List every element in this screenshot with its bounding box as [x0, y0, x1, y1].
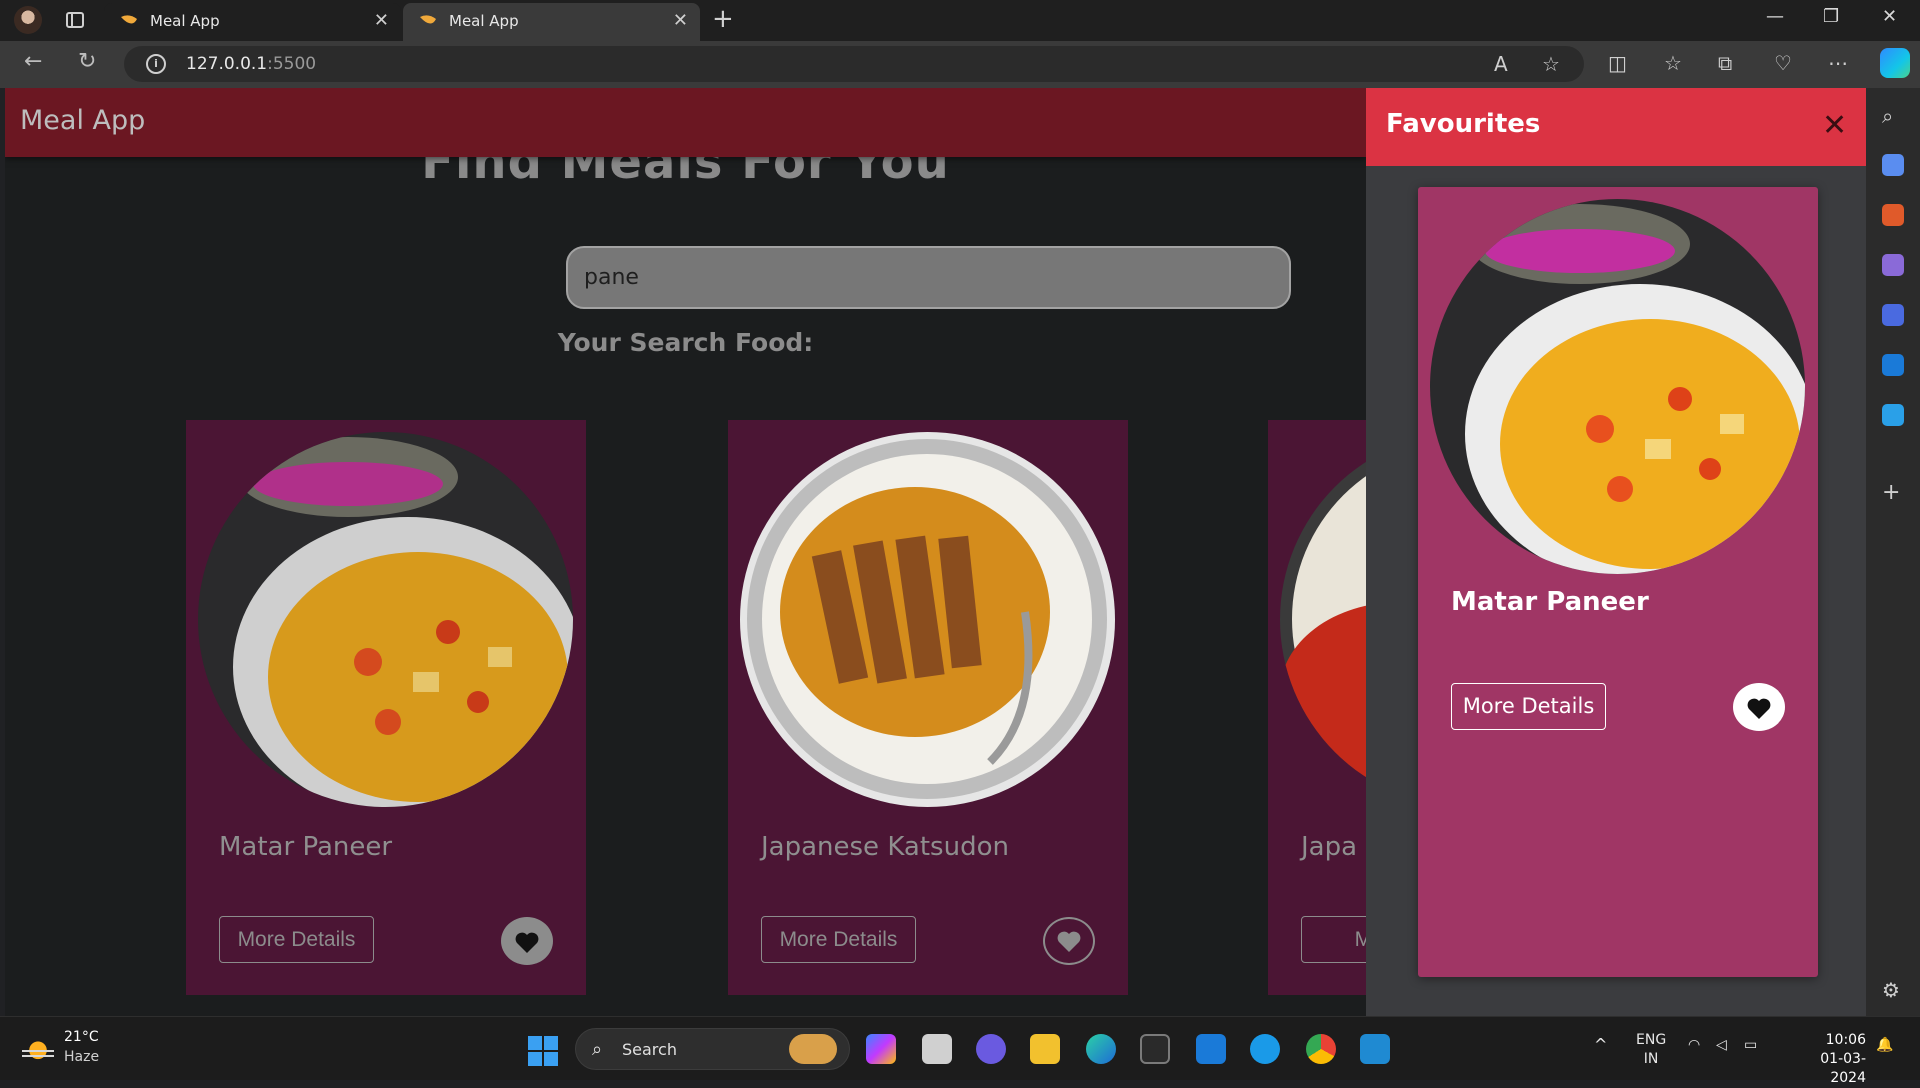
edge-icon[interactable]: [1086, 1034, 1116, 1064]
teams-icon[interactable]: [976, 1034, 1006, 1064]
meal-image: [740, 432, 1115, 807]
sidebar-add-icon[interactable]: +: [1882, 480, 1904, 505]
minimize-icon[interactable]: —: [1766, 6, 1784, 27]
close-tab-icon[interactable]: ✕: [673, 10, 688, 31]
unfavourite-button[interactable]: [1733, 683, 1785, 731]
sidebar-settings-icon[interactable]: ⚙: [1882, 978, 1904, 1002]
date: 01-03-2024: [1820, 1051, 1866, 1086]
edge-sidebar: ⌕ + ⚙: [1866, 88, 1920, 1016]
new-tab-icon[interactable]: +: [712, 4, 734, 34]
tab-title: Meal App: [449, 12, 519, 30]
back-icon[interactable]: ←: [24, 49, 42, 74]
profile-avatar[interactable]: [14, 6, 42, 34]
more-details-button[interactable]: More Details: [219, 916, 374, 963]
search-label: Search: [622, 1040, 677, 1059]
favourite-card: Matar Paneer More Details: [1418, 187, 1818, 977]
url-text: 127.0.0.1:5500: [186, 54, 317, 74]
heart-icon: [1747, 698, 1771, 719]
store-icon[interactable]: [1140, 1034, 1170, 1064]
file-explorer-icon[interactable]: [1030, 1034, 1060, 1064]
start-icon[interactable]: [528, 1036, 558, 1066]
favorite-star-icon[interactable]: ☆: [1542, 52, 1560, 76]
taskbar-search[interactable]: ⌕ Search: [575, 1028, 850, 1070]
meal-name: Japanese Katsudon: [761, 832, 1009, 862]
browser-essentials-icon[interactable]: ♡: [1774, 51, 1792, 75]
app-header: Meal App: [5, 88, 1366, 157]
heart-icon: [515, 932, 539, 953]
temperature: 21°C: [64, 1029, 99, 1045]
search-input[interactable]: pane: [566, 246, 1291, 309]
browser-toolbar: ← ↻ i 127.0.0.1:5500 A ☆ ◫ ☆ ⧉ ♡ ⋯: [0, 41, 1920, 88]
meal-favicon-icon: [121, 15, 137, 24]
meal-name: Matar Paneer: [1451, 587, 1649, 617]
browser-tab-1[interactable]: Meal App ✕: [104, 3, 401, 41]
app-brand[interactable]: Meal App: [20, 105, 145, 136]
window-close-icon[interactable]: ✕: [1882, 6, 1897, 27]
meal-card: Matar Paneer More Details: [186, 420, 586, 995]
sidebar-outlook-icon[interactable]: [1882, 354, 1904, 376]
weather-condition: Haze: [64, 1049, 100, 1065]
sidebar-drop-icon[interactable]: [1882, 404, 1904, 426]
favourites-header: Favourites ✕: [1366, 88, 1866, 166]
region-code: IN: [1643, 1051, 1659, 1067]
meal-name: Japa: [1301, 832, 1358, 862]
language-code: ENG: [1636, 1032, 1667, 1048]
close-drawer-icon[interactable]: ✕: [1822, 108, 1847, 143]
time: 10:06: [1825, 1032, 1866, 1048]
split-screen-icon[interactable]: ◫: [1608, 51, 1627, 75]
site-info-icon[interactable]: i: [146, 54, 166, 74]
meal-favicon-icon: [420, 15, 436, 24]
sidebar-search-icon[interactable]: ⌕: [1882, 104, 1904, 128]
tab-title: Meal App: [150, 12, 220, 30]
meal-name: Matar Paneer: [219, 832, 393, 862]
taskbar: 21°C Haze ⌕ Search ^ ENG IN ◠ ◁ ▭ 10:06 …: [0, 1016, 1920, 1086]
read-aloud-icon[interactable]: A: [1494, 52, 1508, 76]
favourites-drawer: Favourites ✕ Matar Paneer More Details: [1366, 88, 1866, 1016]
heart-icon: [1057, 931, 1081, 952]
chrome-icon[interactable]: [1306, 1034, 1336, 1064]
sidebar-office-icon[interactable]: [1882, 304, 1904, 326]
system-clock[interactable]: 10:06 01-03-2024: [1786, 1031, 1866, 1088]
meal-card: Japanese Katsudon More Details: [728, 420, 1128, 995]
browser-tab-strip: Meal App ✕ Meal App ✕ + — ❐ ✕: [0, 0, 1920, 41]
search-highlight-icon: [789, 1034, 837, 1064]
help-icon[interactable]: [1250, 1034, 1280, 1064]
more-menu-icon[interactable]: ⋯: [1828, 51, 1848, 75]
collections-icon[interactable]: ⧉: [1718, 51, 1732, 75]
copilot-icon[interactable]: [1880, 48, 1910, 78]
refresh-icon[interactable]: ↻: [78, 49, 96, 74]
sidebar-games-icon[interactable]: [1882, 254, 1904, 276]
favourites-title: Favourites: [1386, 109, 1541, 139]
close-tab-icon[interactable]: ✕: [374, 10, 389, 31]
language-indicator[interactable]: ENG IN: [1636, 1031, 1666, 1069]
page-viewport: Meal App Find Meals For You pane Your Se…: [5, 88, 1866, 1016]
sidebar-tools-icon[interactable]: [1882, 204, 1904, 226]
myhp-icon[interactable]: [1196, 1034, 1226, 1064]
search-icon: ⌕: [592, 1039, 603, 1060]
meal-image: [198, 432, 573, 807]
meal-image: [1430, 199, 1805, 574]
favourite-button[interactable]: [1043, 917, 1095, 965]
more-details-button[interactable]: More Details: [1451, 683, 1606, 730]
battery-icon[interactable]: ▭: [1744, 1037, 1757, 1053]
sidebar-shopping-icon[interactable]: [1882, 154, 1904, 176]
more-details-button[interactable]: More Details: [761, 916, 916, 963]
address-bar[interactable]: i 127.0.0.1:5500 A ☆: [124, 46, 1584, 82]
tab-actions-icon[interactable]: [66, 12, 84, 28]
browser-tab-2[interactable]: Meal App ✕: [403, 3, 700, 41]
weather-icon[interactable]: [22, 1036, 54, 1062]
wifi-icon[interactable]: ◠: [1688, 1037, 1700, 1053]
restore-icon[interactable]: ❐: [1823, 6, 1839, 27]
vscode-icon[interactable]: [1360, 1034, 1390, 1064]
notification-bell-icon[interactable]: 🔔: [1876, 1037, 1893, 1053]
favourite-button[interactable]: [501, 917, 553, 965]
task-view-icon[interactable]: [922, 1034, 952, 1064]
volume-icon[interactable]: ◁: [1716, 1037, 1727, 1053]
copilot-app-icon[interactable]: [866, 1034, 896, 1064]
favorites-list-icon[interactable]: ☆: [1664, 51, 1682, 75]
tray-overflow-icon[interactable]: ^: [1594, 1035, 1607, 1054]
